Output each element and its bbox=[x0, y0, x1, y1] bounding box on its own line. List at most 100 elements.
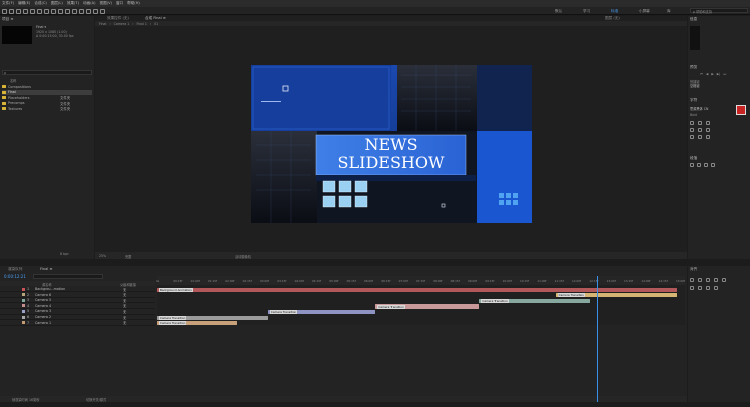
layer-parent-select[interactable]: 无 bbox=[123, 287, 126, 292]
layer-name[interactable]: Camera 2 bbox=[35, 315, 73, 319]
layer-label-color[interactable] bbox=[22, 309, 25, 313]
next-frame-icon[interactable]: ▶| bbox=[717, 72, 721, 76]
menu-item-3[interactable]: 图层(L) bbox=[51, 1, 63, 6]
menu-item-6[interactable]: 视图(V) bbox=[99, 1, 111, 6]
layer-row[interactable]: 6 Camera 2 无 bbox=[0, 315, 155, 321]
leading-icon[interactable] bbox=[698, 121, 702, 125]
align-left-icon[interactable] bbox=[690, 163, 694, 167]
align-left-edges-icon[interactable] bbox=[690, 278, 694, 282]
layer-duration-bar[interactable]: Background Animation bbox=[157, 287, 677, 292]
project-item[interactable]: Placeholders 文件夹 bbox=[2, 95, 92, 100]
scale-icon[interactable] bbox=[698, 128, 702, 132]
layer-name[interactable]: Backgrou...mation bbox=[35, 287, 73, 291]
layer-parent-select[interactable]: 无 bbox=[123, 320, 126, 325]
layer-name[interactable]: Camera 1 bbox=[35, 321, 73, 325]
layer-label-color[interactable] bbox=[22, 321, 25, 325]
layer-parent-select[interactable]: 无 bbox=[123, 292, 126, 297]
type-tool-icon[interactable] bbox=[65, 8, 70, 14]
italic-icon[interactable] bbox=[698, 135, 702, 139]
puppet-tool-icon[interactable] bbox=[100, 8, 105, 14]
zoom-select[interactable]: 25% bbox=[99, 254, 106, 258]
help-search-input[interactable]: ρ 帮助和支持 bbox=[690, 8, 748, 14]
timeline-search-input[interactable] bbox=[33, 274, 103, 279]
layer-duration-bar[interactable]: Camera Transition bbox=[157, 321, 237, 326]
menu-item-8[interactable]: 帮助(H) bbox=[127, 1, 140, 6]
layer-parent-select[interactable]: 无 bbox=[123, 303, 126, 308]
zoom-tool-icon[interactable] bbox=[23, 8, 28, 14]
character-tab[interactable]: 字符 bbox=[690, 98, 697, 103]
workspace-4[interactable]: 库 bbox=[667, 9, 671, 14]
info-tab[interactable]: 信息 bbox=[690, 17, 697, 22]
home-icon[interactable] bbox=[2, 8, 7, 14]
breadcrumb-final-1[interactable]: Final 1 bbox=[136, 22, 146, 26]
layer-row[interactable]: 3 Camera 5 无 bbox=[0, 298, 155, 304]
playhead[interactable] bbox=[597, 276, 599, 402]
breadcrumb-01[interactable]: 01 bbox=[154, 22, 158, 26]
bold-icon[interactable] bbox=[690, 135, 694, 139]
layer-name[interactable]: Camera 3 bbox=[35, 309, 73, 313]
distribute-left-icon[interactable] bbox=[714, 286, 718, 290]
rotate-tool-icon[interactable] bbox=[30, 8, 35, 14]
shape-tool-icon[interactable] bbox=[51, 8, 56, 14]
align-right-icon[interactable] bbox=[704, 163, 708, 167]
workspace-2[interactable]: 标准 bbox=[611, 9, 618, 14]
project-tab[interactable]: 项目 ≡ bbox=[2, 17, 13, 22]
workspace-3[interactable]: 小屏幕 bbox=[639, 9, 650, 14]
toggle-switches-modes[interactable]: 切换开关/模式 bbox=[86, 397, 106, 402]
fill-color-swatch[interactable] bbox=[736, 105, 746, 115]
menu-item-1[interactable]: 编辑(E) bbox=[18, 1, 30, 6]
view-select[interactable]: 活动摄像机 bbox=[235, 254, 251, 259]
layer-name[interactable]: Camera 5 bbox=[35, 298, 73, 302]
layer-label-color[interactable] bbox=[22, 287, 25, 291]
align-center-icon[interactable] bbox=[697, 163, 701, 167]
prev-frame-icon[interactable]: ◀ bbox=[706, 72, 708, 76]
last-frame-icon[interactable]: ⏭ bbox=[723, 72, 726, 76]
font-family-select[interactable]: 思源黑体 CN bbox=[690, 106, 708, 111]
align-tab[interactable]: 对齐 bbox=[690, 267, 697, 272]
menu-item-2[interactable]: 合成(C) bbox=[34, 1, 47, 6]
layer-label-color[interactable] bbox=[22, 315, 25, 319]
eraser-tool-icon[interactable] bbox=[86, 8, 91, 14]
bpc-label[interactable]: 8 bpc bbox=[60, 252, 69, 256]
play-icon[interactable]: ▶ bbox=[711, 72, 713, 76]
layer-row[interactable]: 5 Camera 3 无 bbox=[0, 309, 155, 315]
first-frame-icon[interactable]: ⏮ bbox=[700, 72, 703, 76]
resolution-select[interactable]: 完整 bbox=[125, 254, 131, 259]
distribute-bottom-icon[interactable] bbox=[706, 286, 710, 290]
menu-item-5[interactable]: 动画(A) bbox=[83, 1, 95, 6]
font-style-select[interactable]: Bold bbox=[690, 113, 697, 117]
project-item[interactable]: Precomps 文件夹 bbox=[2, 101, 92, 106]
project-item[interactable]: Compositions bbox=[2, 84, 92, 89]
preview-name[interactable]: Final ▾ bbox=[36, 25, 46, 29]
layer-row[interactable]: 4 Camera 4 无 bbox=[0, 304, 155, 309]
layer-name[interactable]: Camera 4 bbox=[35, 304, 73, 308]
project-item[interactable]: Textures 文件夹 bbox=[2, 106, 92, 111]
project-search-input[interactable]: ρ bbox=[2, 70, 92, 75]
baseline-icon[interactable] bbox=[706, 128, 710, 132]
layer-label-color[interactable] bbox=[22, 298, 25, 302]
menu-item-7[interactable]: 窗口 bbox=[116, 1, 123, 6]
workspace-1[interactable]: 学习 bbox=[583, 9, 590, 14]
layer-duration-bar[interactable]: Camera Transition bbox=[157, 315, 268, 320]
justify-icon[interactable] bbox=[711, 163, 715, 167]
caps-icon[interactable] bbox=[706, 135, 710, 139]
menu-item-0[interactable]: 文件(F) bbox=[2, 1, 14, 6]
layer-row[interactable]: 1 Backgrou...mation 无 bbox=[0, 287, 155, 293]
layer-row[interactable]: 7 Camera 1 无 bbox=[0, 321, 155, 326]
roto-tool-icon[interactable] bbox=[93, 8, 98, 14]
distribute-top-icon[interactable] bbox=[690, 286, 694, 290]
selection-tool-icon[interactable] bbox=[9, 8, 14, 14]
camera-tool-icon[interactable] bbox=[37, 8, 42, 14]
current-timecode[interactable]: 0:00:12:21 bbox=[4, 274, 26, 279]
layer-duration-bar[interactable]: Camera Transition bbox=[267, 309, 376, 315]
layer-parent-select[interactable]: 无 bbox=[123, 298, 126, 303]
menu-item-4[interactable]: 效果(T) bbox=[67, 1, 79, 6]
pan-behind-tool-icon[interactable] bbox=[44, 8, 49, 14]
layer-duration-bar[interactable]: Camera Transition bbox=[479, 298, 591, 304]
composition-frame[interactable]: NEWS SLIDESHOW bbox=[251, 65, 532, 223]
preview-tab[interactable]: 预览 bbox=[690, 65, 697, 70]
preview-shortcut-value[interactable]: 空格键 bbox=[690, 83, 700, 88]
breadcrumb-final[interactable]: Final bbox=[99, 22, 106, 26]
kerning-icon[interactable] bbox=[706, 121, 710, 125]
stroke-icon[interactable] bbox=[690, 128, 694, 132]
